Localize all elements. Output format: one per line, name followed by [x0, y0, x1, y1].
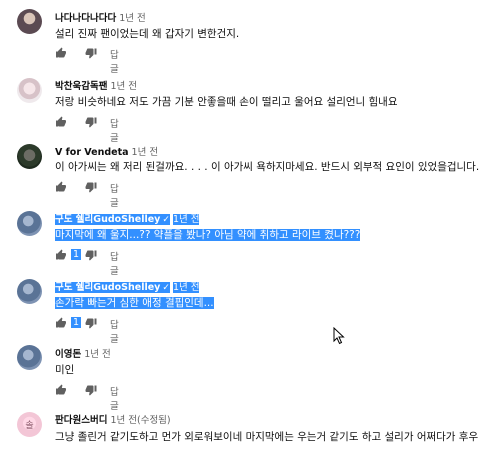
thumb-down-icon[interactable]	[85, 181, 97, 193]
verified-check-icon: ✓	[162, 215, 170, 225]
comment-text: 그냥 졸린거 같기도하고 먼가 외로워보이네 마지막에는 우는거 같기도 하고 …	[55, 431, 479, 443]
thumb-up-icon[interactable]	[55, 47, 67, 59]
comment-author[interactable]: 이영돈	[55, 349, 81, 360]
thumb-down-icon[interactable]	[85, 47, 97, 59]
avatar[interactable]	[17, 279, 42, 304]
thumb-up-icon[interactable]	[55, 317, 67, 329]
comment-meta: 이영돈 1년 전	[55, 346, 111, 360]
comment-time[interactable]: 1년 전	[119, 13, 146, 24]
comment-text: 미인	[55, 364, 75, 376]
avatar[interactable]	[17, 345, 42, 370]
comment-time[interactable]: 1년 전	[173, 282, 200, 293]
like-count: 1	[71, 317, 82, 328]
thumb-down-icon[interactable]	[85, 384, 97, 396]
comment-time[interactable]: 1년 전	[110, 81, 137, 92]
comment-author[interactable]: 판다원스버디	[55, 415, 107, 426]
comment-meta: 박찬욱감독팬 1년 전	[55, 78, 137, 92]
like-count: 1	[71, 249, 82, 260]
comment-author[interactable]: 구도 쉘리GudoShelley	[55, 282, 160, 293]
comment-meta: 판다원스버디 1년 전(수정됨)	[55, 412, 171, 426]
reply-button[interactable]: 답글	[110, 384, 119, 412]
avatar-text: 솔	[25, 421, 34, 431]
reply-button[interactable]: 답글	[110, 317, 119, 345]
reply-button[interactable]: 답글	[110, 181, 119, 209]
comment-meta: 나다나다나다다 1년 전	[55, 10, 146, 24]
comment-author[interactable]: V for Vendeta	[55, 147, 129, 158]
thumb-down-icon[interactable]	[85, 116, 97, 128]
avatar[interactable]	[17, 9, 42, 34]
thumb-down-icon[interactable]	[85, 249, 97, 261]
comment-text: 이 아가씨는 왜 저리 된걸까요. . . . 이 아가씨 욕하지마세요. 반드…	[55, 161, 480, 173]
avatar[interactable]	[17, 144, 42, 169]
reply-button[interactable]: 답글	[110, 249, 119, 277]
thumb-up-icon[interactable]	[55, 384, 67, 396]
comment-text: 손가락 빠는거 심한 애정 결핍인데...	[55, 295, 214, 310]
comment-meta: 구도 쉘리GudoShelley ✓ 1년 전	[55, 211, 200, 225]
avatar[interactable]	[17, 78, 42, 103]
comment-author[interactable]: 나다나다나다다	[55, 13, 116, 24]
comment-meta: 구도 쉘리GudoShelley ✓ 1년 전	[55, 279, 200, 293]
comment-meta: V for Vendeta 1년 전	[55, 144, 158, 158]
verified-check-icon: ✓	[162, 283, 170, 293]
avatar[interactable]	[17, 211, 42, 236]
comment-text: 마지막에 왜 울지...?? 약플을 봤나? 아님 약에 취하고 라이브 켰나?…	[55, 227, 361, 242]
thumb-up-icon[interactable]	[55, 249, 67, 261]
comment-time[interactable]: 1년 전	[173, 214, 200, 225]
avatar[interactable]: 솔	[17, 412, 42, 437]
comment-text-selected: 마지막에 왜 울지...?? 약플을 봤나? 아님 약에 취하고 라이브 켰나?…	[55, 229, 361, 241]
comment-text: 저랑 비슷하네요 저도 가끔 기분 안좋을때 손이 떨리고 울어요 설리언니 힘…	[55, 96, 398, 108]
reply-button[interactable]: 답글	[110, 116, 119, 144]
comment-author[interactable]: 박찬욱감독팬	[55, 81, 107, 92]
comment-text-selected: 손가락 빠는거 심한 애정 결핍인데...	[55, 297, 214, 309]
comment-time[interactable]: 1년 전(수정됨)	[110, 415, 170, 426]
thumb-down-icon[interactable]	[85, 317, 97, 329]
comment-time[interactable]: 1년 전	[84, 349, 111, 360]
comment-text: 설리 진짜 팬이었는데 왜 갑자기 변한건지.	[55, 28, 240, 40]
thumb-up-icon[interactable]	[55, 181, 67, 193]
mouse-cursor-icon	[333, 327, 345, 345]
comment-author[interactable]: 구도 쉘리GudoShelley	[55, 214, 160, 225]
reply-button[interactable]: 답글	[110, 47, 119, 75]
comment-time[interactable]: 1년 전	[132, 147, 159, 158]
thumb-up-icon[interactable]	[55, 116, 67, 128]
